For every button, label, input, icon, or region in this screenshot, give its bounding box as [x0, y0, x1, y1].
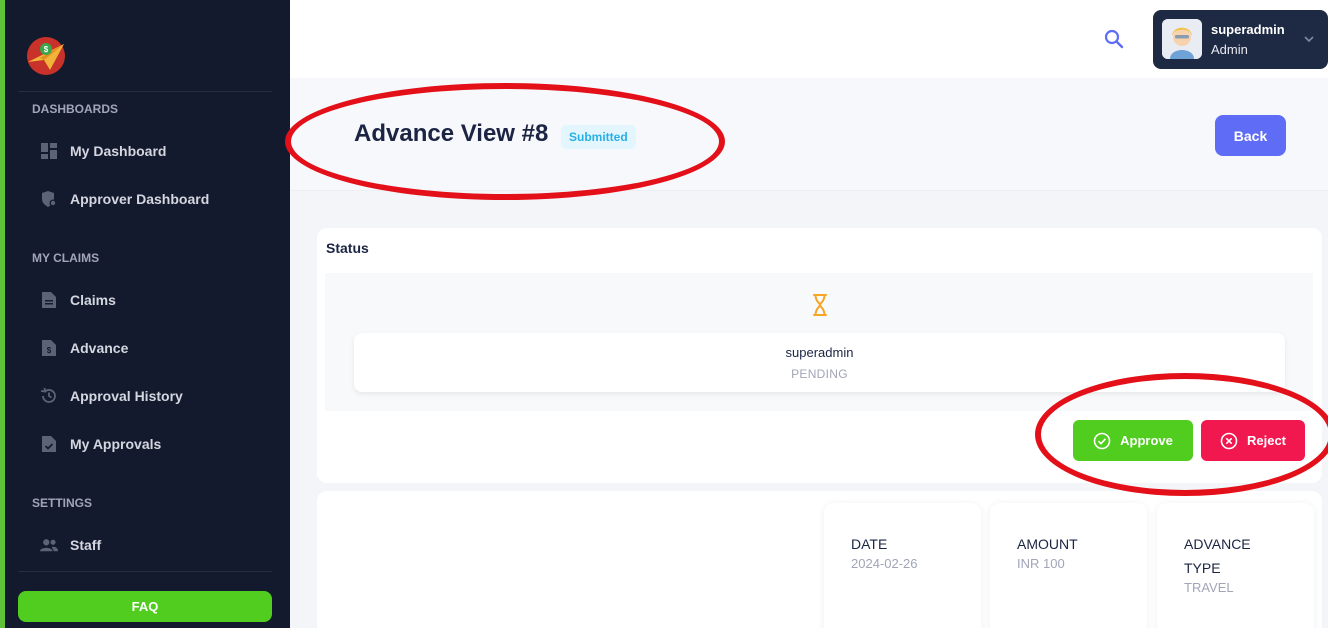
check-circle-icon: [1093, 432, 1111, 449]
sidebar-item-approver-dashboard[interactable]: Approver Dashboard: [40, 185, 209, 213]
date-label: DATE: [851, 536, 888, 552]
dashboard-icon: [40, 142, 58, 160]
back-button[interactable]: Back: [1215, 115, 1286, 156]
sidebar-item-approval-history[interactable]: Approval History: [40, 382, 183, 410]
sidebar-item-label: Claims: [70, 292, 116, 308]
date-card: DATE 2024-02-26: [824, 503, 981, 628]
money-file-icon: $: [40, 339, 58, 357]
sidebar-item-label: My Dashboard: [70, 143, 167, 159]
sidebar-item-label: Advance: [70, 340, 129, 356]
user-menu[interactable]: superadmin Admin: [1153, 10, 1328, 69]
section-dashboards: DASHBOARDS: [32, 102, 119, 116]
advance-type-card: ADVANCE TYPE TRAVEL: [1157, 503, 1314, 628]
user-name: superadmin: [1211, 22, 1285, 37]
amount-value: INR 100: [1017, 556, 1065, 571]
amount-label: AMOUNT: [1017, 536, 1078, 552]
svg-text:$: $: [44, 45, 49, 54]
history-icon: [40, 387, 58, 405]
hourglass-icon: [813, 294, 827, 316]
sidebar-item-label: Approver Dashboard: [70, 191, 210, 207]
search-icon[interactable]: [1103, 28, 1125, 50]
faq-button[interactable]: FAQ: [18, 591, 272, 622]
section-settings: SETTINGS: [32, 496, 93, 510]
chevron-down-icon: [1304, 36, 1314, 43]
status-badge: Submitted: [561, 125, 636, 149]
amount-card: AMOUNT INR 100: [990, 503, 1147, 628]
avatar: [1162, 19, 1202, 59]
approve-label: Approve: [1120, 433, 1173, 448]
section-my-claims: MY CLAIMS: [32, 251, 100, 265]
document-icon: [40, 291, 58, 309]
status-card-title: Status: [326, 240, 369, 256]
close-circle-icon: [1220, 432, 1238, 449]
sidebar: $ DASHBOARDS My Dashboard Approver Dashb…: [0, 0, 290, 628]
approver-step: superadmin PENDING: [354, 333, 1285, 392]
sidebar-item-advance[interactable]: $ Advance: [40, 334, 128, 362]
advance-type-label: ADVANCE TYPE: [1184, 536, 1251, 576]
app-logo-icon[interactable]: $: [24, 36, 68, 76]
sidebar-item-label: My Approvals: [70, 436, 162, 452]
sidebar-divider: [18, 91, 272, 92]
approver-name: superadmin: [785, 345, 854, 360]
approver-status: PENDING: [791, 367, 848, 381]
sidebar-item-staff[interactable]: Staff: [40, 531, 101, 559]
details-blank-panel: [325, 503, 815, 628]
sidebar-divider: [18, 571, 272, 572]
advance-type-value: TRAVEL: [1184, 580, 1234, 595]
file-check-icon: [40, 435, 58, 453]
date-value: 2024-02-26: [851, 556, 918, 571]
user-role: Admin: [1211, 42, 1248, 57]
sidebar-item-my-dashboard[interactable]: My Dashboard: [40, 137, 166, 165]
sidebar-item-claims[interactable]: Claims: [40, 286, 116, 314]
reject-button[interactable]: Reject: [1201, 420, 1305, 461]
sidebar-item-label: Staff: [70, 537, 102, 553]
shield-settings-icon: [40, 190, 58, 208]
approve-button[interactable]: Approve: [1073, 420, 1193, 461]
sidebar-accent-bar: [0, 0, 5, 628]
users-icon: [40, 536, 58, 554]
reject-label: Reject: [1246, 433, 1287, 448]
sidebar-item-my-approvals[interactable]: My Approvals: [40, 430, 161, 458]
svg-text:$: $: [47, 346, 52, 355]
sidebar-item-label: Approval History: [70, 388, 183, 404]
page-title: Advance View #8: [354, 120, 549, 147]
